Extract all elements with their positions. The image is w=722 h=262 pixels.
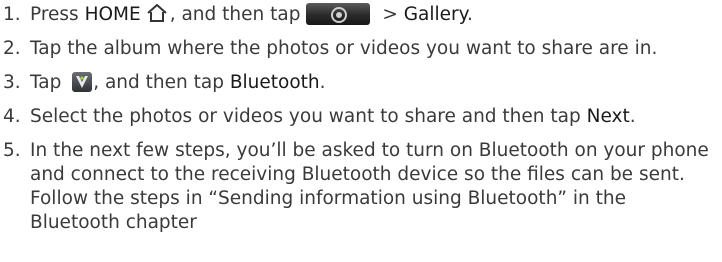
step-text-part: Tap xyxy=(30,72,68,93)
step-text-part: > xyxy=(376,4,404,25)
step-text-part: , and then tap xyxy=(93,72,230,93)
next-label: Next xyxy=(586,106,630,127)
share-icon xyxy=(72,72,93,92)
step-number: 5. xyxy=(3,140,21,161)
step-number: 1. xyxy=(3,4,21,25)
step-text: Select the photos or videos you want to … xyxy=(30,105,722,129)
step-1: 1. Press HOME , and then tap > Gallery. xyxy=(0,3,722,27)
step-text: Tap , and then tap Bluetooth. xyxy=(30,71,722,95)
step-text-part: . xyxy=(319,72,326,93)
step-2: 2. Tap the album where the photos or vid… xyxy=(0,37,722,61)
bluetooth-label: Bluetooth xyxy=(229,72,320,93)
home-label: HOME xyxy=(84,4,141,25)
instruction-steps: 1. Press HOME , and then tap > Gallery. 2… xyxy=(0,0,722,262)
step-text-part: . xyxy=(629,106,636,127)
gallery-label: Gallery xyxy=(403,4,467,25)
step-text: In the next few steps, you’ll be asked t… xyxy=(30,140,709,233)
step-3: 3. Tap , and then tap Bluetooth. xyxy=(0,71,722,95)
home-icon xyxy=(147,4,167,22)
all-apps-button-icon xyxy=(306,3,371,25)
step-text: Press HOME , and then tap > Gallery. xyxy=(30,3,722,27)
step-number: 3. xyxy=(3,72,21,93)
step-number: 4. xyxy=(3,106,21,127)
step-text-part: Select the photos or videos you want to … xyxy=(30,106,587,127)
step-text-part: , and then tap xyxy=(169,4,301,25)
step-5: 5. In the next few steps, you’ll be aske… xyxy=(0,139,722,235)
step-text-part: Press xyxy=(30,4,85,25)
step-4: 4. Select the photos or videos you want … xyxy=(0,105,722,129)
step-text: Tap the album where the photos or videos… xyxy=(30,38,658,59)
step-number: 2. xyxy=(3,38,21,59)
step-text-part: . xyxy=(466,4,473,25)
